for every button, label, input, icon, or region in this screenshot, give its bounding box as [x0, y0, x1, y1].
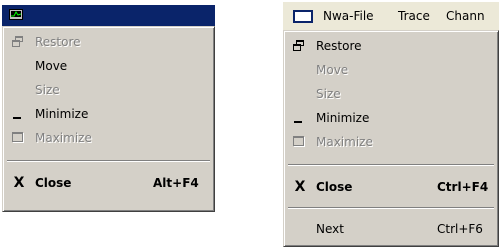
close-icon: X — [13, 175, 25, 191]
menu-item-label: Restore — [35, 35, 81, 49]
menu-item-label: Minimize — [316, 111, 370, 125]
restore-icon — [3, 30, 29, 54]
menu-item-label: Maximize — [316, 135, 373, 149]
menu-item-next[interactable]: Next Ctrl+F6 — [284, 217, 498, 241]
close-icon: X — [294, 179, 306, 195]
menu-item-label: Close — [35, 176, 72, 190]
menu-item-accelerator: Ctrl+F6 — [437, 222, 483, 236]
menu-item-move[interactable]: Move — [284, 58, 498, 82]
menu-item-label: Minimize — [35, 107, 89, 121]
menu-item-minimize[interactable]: Minimize — [3, 102, 214, 126]
maximize-icon — [3, 126, 29, 150]
minimize-icon — [3, 102, 29, 126]
menu-item-accelerator: Ctrl+F4 — [437, 180, 489, 194]
menu-item-restore[interactable]: Restore — [3, 30, 214, 54]
signal-trace-icon — [11, 11, 21, 17]
menubar-item-nwa-file[interactable]: Nwa-File — [323, 2, 374, 30]
menu-item-close[interactable]: X Close Ctrl+F4 — [284, 175, 498, 199]
menubar-item-trace[interactable]: Trace — [398, 2, 430, 30]
minimize-icon — [284, 106, 310, 130]
maximize-icon — [284, 130, 310, 154]
menu-item-label: Move — [316, 63, 349, 77]
menu-item-label: Size — [35, 83, 60, 97]
menu-item-accelerator: Alt+F4 — [153, 176, 199, 190]
menu-item-label: Restore — [316, 39, 362, 53]
menu-item-size[interactable]: Size — [3, 78, 214, 102]
restore-icon — [284, 34, 310, 58]
menu-item-maximize[interactable]: Maximize — [3, 126, 214, 150]
left-window-titlebar[interactable] — [2, 5, 215, 26]
menu-item-label: Close — [316, 180, 353, 194]
menu-item-close[interactable]: X Close Alt+F4 — [3, 171, 214, 195]
mdi-window-icon[interactable] — [293, 10, 313, 23]
menu-item-label: Move — [35, 59, 68, 73]
menu-item-restore[interactable]: Restore — [284, 34, 498, 58]
menu-item-minimize[interactable]: Minimize — [284, 106, 498, 130]
menu-item-size[interactable]: Size — [284, 82, 498, 106]
menu-separator — [7, 160, 210, 162]
app-monitor-icon[interactable] — [9, 9, 23, 20]
menu-item-label: Size — [316, 87, 341, 101]
left-system-menu: Restore Move Size Minimize Maximize X Cl… — [2, 26, 215, 212]
menu-separator — [288, 207, 494, 209]
menubar-item-channel[interactable]: Chann — [446, 2, 485, 30]
right-window-menubar: Nwa-File Trace Chann — [283, 2, 499, 30]
right-system-menu: Restore Move Size Minimize Maximize X Cl… — [283, 30, 499, 247]
menu-item-label: Maximize — [35, 131, 92, 145]
menu-item-maximize[interactable]: Maximize — [284, 130, 498, 154]
menu-item-label: Next — [316, 222, 344, 236]
menu-item-move[interactable]: Move — [3, 54, 214, 78]
menu-separator — [288, 164, 494, 166]
